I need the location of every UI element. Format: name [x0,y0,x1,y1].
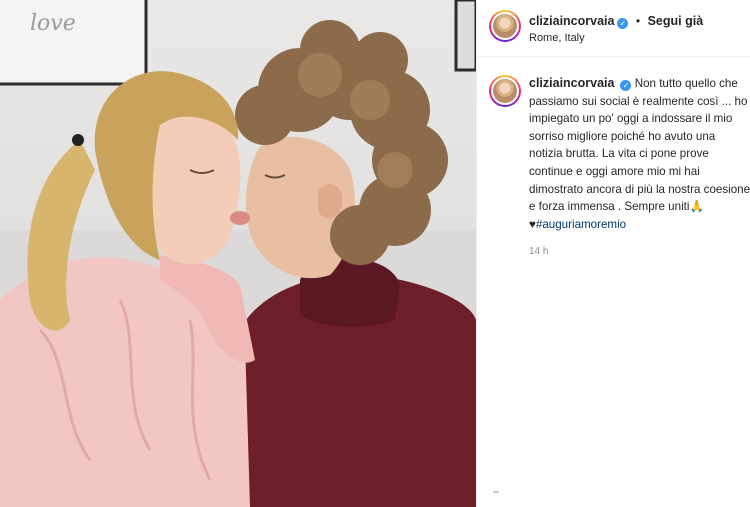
separator: • [635,14,641,28]
caption-avatar[interactable] [489,75,521,107]
header-line: cliziaincorvaia ✓ • Segui già [529,12,703,30]
caption-body: Non tutto quello che passiamo sui social… [529,77,750,231]
username-link[interactable]: cliziaincorvaia [529,14,614,28]
post-timestamp[interactable]: 14 h [529,243,750,261]
caption-username-link[interactable]: cliziaincorvaia [529,76,614,90]
post-sidebar: cliziaincorvaia ✓ • Segui già Rome, Italy… [476,0,750,507]
post-photo[interactable]: love [0,0,476,507]
wall-frame-right [454,0,476,72]
frame-text: love [30,11,76,36]
hashtag-link[interactable]: #auguriamoremio [536,218,626,231]
caption-text: cliziaincorvaia ✓ Non tutto quello che pa… [529,75,750,261]
post-header: cliziaincorvaia ✓ • Segui già Rome, Italy [477,0,750,57]
avatar[interactable] [489,10,521,42]
location-link[interactable]: Rome, Italy [529,32,585,44]
caption-verified-badge-icon: ✓ [620,80,632,91]
caption-comment: cliziaincorvaia ✓ Non tutto quello che pa… [477,57,750,261]
photo-illustration: love [0,0,476,507]
follow-button[interactable]: Segui già [648,14,704,28]
verified-badge-icon: ✓ [617,18,629,29]
scroll-indicator [493,491,499,493]
